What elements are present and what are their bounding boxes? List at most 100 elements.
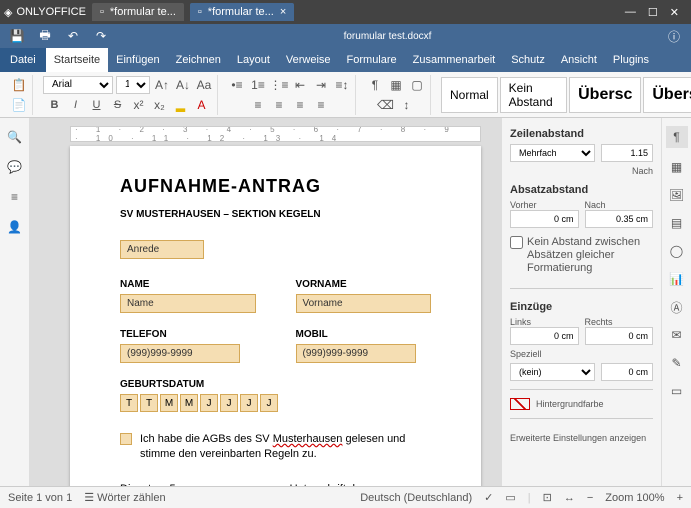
bold-icon[interactable]: B [46, 96, 64, 114]
comments-icon[interactable]: 💬 [6, 158, 24, 176]
document-tab[interactable]: ▫ *formular te... [92, 3, 184, 21]
date-char[interactable]: J [200, 394, 218, 412]
copy-icon[interactable]: 📋 [10, 76, 28, 94]
font-grow-icon[interactable]: A↑ [153, 76, 171, 94]
zoom-in-icon[interactable]: + [677, 492, 683, 504]
document-tab-active[interactable]: ▫ *formular te... × [190, 3, 294, 21]
date-char[interactable]: J [260, 394, 278, 412]
date-char[interactable]: T [120, 394, 138, 412]
spacing-after[interactable] [585, 210, 654, 228]
field-telefon[interactable]: (999)999-9999 [120, 344, 240, 363]
indent-dec-icon[interactable]: ⇤ [291, 76, 309, 94]
page[interactable]: AUFNAHME-ANTRAG SV MUSTERHAUSEN – SEKTIO… [70, 146, 481, 486]
superscript-icon[interactable]: x² [130, 96, 148, 114]
italic-icon[interactable]: I [67, 96, 85, 114]
chart-settings-icon[interactable]: 📊 [668, 270, 686, 288]
paragraph-settings-icon[interactable]: ¶ [666, 126, 688, 148]
maximize-icon[interactable]: ☐ [648, 6, 658, 19]
font-family-select[interactable]: Arial [43, 76, 113, 94]
checkbox-agb[interactable] [120, 433, 132, 445]
shape-settings-icon[interactable]: ◯ [668, 242, 686, 260]
menu-insert[interactable]: Einfügen [108, 48, 167, 72]
date-char[interactable]: M [160, 394, 178, 412]
field-name[interactable]: Name [120, 294, 256, 313]
sort-icon[interactable]: ↕ [398, 96, 416, 114]
menu-references[interactable]: Verweise [278, 48, 339, 72]
strike-icon[interactable]: S [109, 96, 127, 114]
headings-icon[interactable]: ≡ [6, 188, 24, 206]
style-heading1[interactable]: Übersc [569, 77, 641, 113]
nonprinting-icon[interactable]: ¶ [366, 76, 384, 94]
checkbox-nospacing[interactable] [510, 236, 523, 249]
zoom-out-icon[interactable]: − [587, 492, 593, 504]
document-area[interactable]: · 1 · 2 · 3 · 4 · 5 · 6 · 7 · 8 · 9 · 10… [30, 118, 501, 486]
highlight-icon[interactable]: ▂ [172, 96, 190, 114]
style-nospace[interactable]: Kein Abstand [500, 77, 567, 113]
print-icon[interactable]: 🖶 [36, 27, 54, 45]
align-justify-icon[interactable]: ≡ [312, 96, 330, 114]
field-geburtsdatum[interactable]: T T M M J J J J [120, 394, 431, 412]
table-settings-icon[interactable]: ▦ [668, 158, 686, 176]
indent-left[interactable] [510, 327, 579, 345]
clear-format-icon[interactable]: ⌫ [377, 96, 395, 114]
special-indent-select[interactable]: (kein) [510, 363, 595, 381]
minimize-icon[interactable]: — [625, 6, 636, 19]
status-language[interactable]: Deutsch (Deutschland) [360, 492, 472, 504]
menu-file[interactable]: Datei [0, 48, 46, 72]
shading-icon[interactable]: ▦ [387, 76, 405, 94]
paste-icon[interactable]: 📄 [10, 96, 28, 114]
linespacing-select[interactable]: Mehrfach [510, 144, 595, 162]
menu-forms[interactable]: Formulare [339, 48, 405, 72]
menu-collab[interactable]: Zusammenarbeit [405, 48, 504, 72]
bullets-icon[interactable]: •≡ [228, 76, 246, 94]
field-mobil[interactable]: (999)999-9999 [296, 344, 416, 363]
bgcolor-swatch[interactable] [510, 398, 530, 410]
form-settings-icon[interactable]: ▭ [668, 382, 686, 400]
multilevel-icon[interactable]: ⋮≡ [270, 76, 288, 94]
font-color-icon[interactable]: A [193, 96, 211, 114]
trackchanges-icon[interactable]: ▭ [505, 491, 515, 504]
status-page[interactable]: Seite 1 von 1 [8, 492, 72, 504]
ruler[interactable]: · 1 · 2 · 3 · 4 · 5 · 6 · 7 · 8 · 9 · 10… [70, 126, 481, 142]
save-icon[interactable]: 💾 [8, 27, 26, 45]
linespacing-icon[interactable]: ≡↕ [333, 76, 351, 94]
align-center-icon[interactable]: ≡ [270, 96, 288, 114]
spacing-before[interactable] [510, 210, 579, 228]
status-zoom[interactable]: Zoom 100% [605, 492, 664, 504]
style-normal[interactable]: Normal [441, 77, 498, 113]
redo-icon[interactable]: ↷ [92, 27, 110, 45]
subscript-icon[interactable]: x₂ [151, 96, 169, 114]
field-anrede[interactable]: Anrede [120, 240, 204, 259]
close-icon[interactable]: × [280, 6, 286, 18]
menu-plugins[interactable]: Plugins [605, 48, 657, 72]
date-char[interactable]: J [220, 394, 238, 412]
menu-home[interactable]: Startseite [46, 48, 108, 72]
indent-inc-icon[interactable]: ⇥ [312, 76, 330, 94]
mailmerge-settings-icon[interactable]: ✉ [668, 326, 686, 344]
status-words[interactable]: ☰ Wörter zählen [84, 491, 165, 504]
close-icon[interactable]: ✕ [670, 6, 679, 19]
menu-draw[interactable]: Zeichnen [168, 48, 229, 72]
linespacing-value[interactable] [601, 144, 653, 162]
fit-page-icon[interactable]: ⊡ [543, 491, 552, 504]
style-heading2[interactable]: Übersch [643, 77, 691, 113]
date-char[interactable]: T [140, 394, 158, 412]
menu-layout[interactable]: Layout [229, 48, 278, 72]
date-char[interactable]: J [240, 394, 258, 412]
undo-icon[interactable]: ↶ [64, 27, 82, 45]
header-settings-icon[interactable]: ▤ [668, 214, 686, 232]
font-size-select[interactable]: 11 [116, 76, 150, 94]
feedback-icon[interactable]: 👤 [6, 218, 24, 236]
indent-right[interactable] [585, 327, 654, 345]
advanced-settings-link[interactable]: Erweiterte Einstellungen anzeigen [510, 433, 653, 443]
image-settings-icon[interactable]: 🖼 [668, 186, 686, 204]
textart-settings-icon[interactable]: Ⓐ [668, 298, 686, 316]
user-icon[interactable]: ⓘ [665, 27, 683, 45]
change-case-icon[interactable]: Aa [195, 76, 213, 94]
underline-icon[interactable]: U [88, 96, 106, 114]
align-right-icon[interactable]: ≡ [291, 96, 309, 114]
date-char[interactable]: M [180, 394, 198, 412]
menu-view[interactable]: Ansicht [553, 48, 605, 72]
spellcheck-icon[interactable]: ✓ [484, 491, 493, 504]
field-vorname[interactable]: Vorname [296, 294, 432, 313]
